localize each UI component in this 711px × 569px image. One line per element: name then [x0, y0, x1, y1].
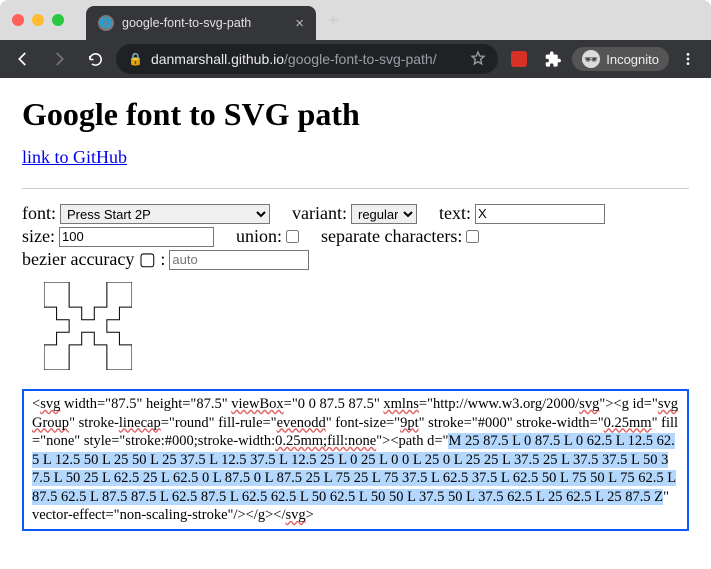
- variant-label: variant:: [292, 203, 347, 224]
- back-button[interactable]: [8, 44, 38, 74]
- page-title: Google font to SVG path: [22, 96, 689, 133]
- reload-button[interactable]: [80, 44, 110, 74]
- union-label: union:: [236, 226, 282, 247]
- font-label: font:: [22, 203, 56, 224]
- maximize-window-button[interactable]: [52, 14, 64, 26]
- url-text: danmarshall.github.io/google-font-to-svg…: [151, 51, 437, 67]
- browser-toolbar: 🔒 danmarshall.github.io/google-font-to-s…: [0, 40, 711, 78]
- svg-output-textbox[interactable]: <svg width="87.5" height="87.5" viewBox=…: [22, 389, 689, 531]
- address-bar[interactable]: 🔒 danmarshall.github.io/google-font-to-s…: [116, 44, 498, 74]
- browser-tab[interactable]: 🌐 google-font-to-svg-path ×: [86, 6, 316, 40]
- lock-icon: 🔒: [128, 52, 143, 66]
- tab-title: google-font-to-svg-path: [122, 16, 251, 30]
- variant-select[interactable]: regular: [351, 204, 417, 224]
- close-tab-icon[interactable]: ×: [295, 15, 304, 32]
- extension-ublock-icon[interactable]: [504, 44, 534, 74]
- bezier-label: bezier accuracy ▢ :: [22, 249, 165, 270]
- text-label: text:: [439, 203, 471, 224]
- size-label: size:: [22, 226, 55, 247]
- forward-button[interactable]: [44, 44, 74, 74]
- separate-label: separate characters:: [321, 226, 462, 247]
- traffic-lights: [12, 14, 64, 26]
- incognito-icon: 🕶: [582, 50, 600, 68]
- svg-preview: [44, 282, 689, 375]
- tab-favicon: 🌐: [98, 15, 114, 31]
- separate-checkbox[interactable]: [466, 230, 479, 243]
- incognito-indicator[interactable]: 🕶 Incognito: [572, 47, 669, 71]
- extensions-puzzle-icon[interactable]: [538, 44, 568, 74]
- chrome-menu-button[interactable]: [673, 44, 703, 74]
- bezier-input[interactable]: [169, 250, 309, 270]
- close-window-button[interactable]: [12, 14, 24, 26]
- font-select[interactable]: Press Start 2P: [60, 204, 270, 224]
- text-input[interactable]: [475, 204, 605, 224]
- window-titlebar: 🌐 google-font-to-svg-path × +: [0, 0, 711, 40]
- github-link[interactable]: link to GitHub: [22, 147, 127, 167]
- union-checkbox[interactable]: [286, 230, 299, 243]
- divider: [22, 188, 689, 189]
- page-content: Google font to SVG path link to GitHub f…: [0, 78, 711, 549]
- size-input[interactable]: [59, 227, 214, 247]
- minimize-window-button[interactable]: [32, 14, 44, 26]
- new-tab-button[interactable]: +: [328, 10, 339, 31]
- bookmark-star-icon[interactable]: [470, 50, 486, 69]
